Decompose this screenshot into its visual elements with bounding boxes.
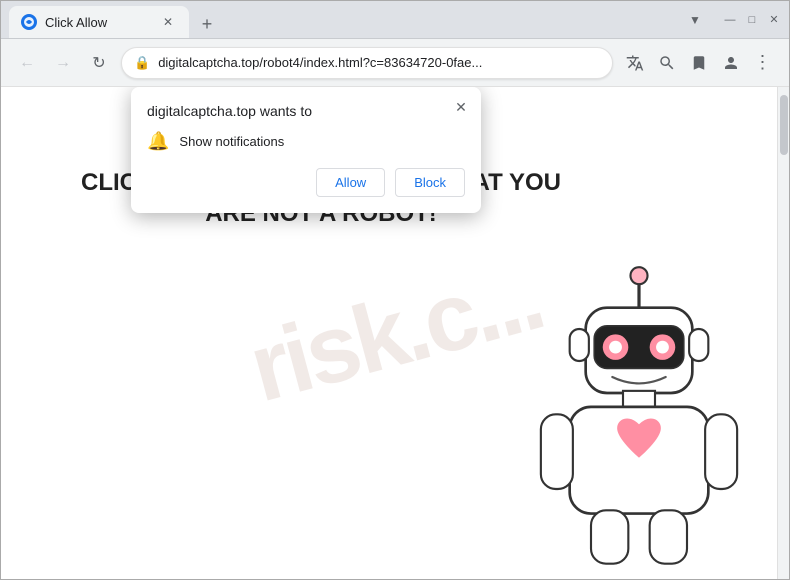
robot-illustration (519, 249, 759, 569)
popup-permission-row: 🔔 Show notifications (147, 131, 465, 152)
window-controls: — □ ✕ (723, 13, 781, 27)
refresh-button[interactable]: ↻ (85, 49, 113, 77)
maximize-button[interactable]: □ (745, 13, 759, 27)
popup-close-button[interactable]: ✕ (451, 97, 471, 117)
forward-button[interactable]: → (49, 49, 77, 77)
toolbar-actions: ⋮ (621, 49, 777, 77)
menu-button[interactable]: ⋮ (749, 49, 777, 77)
tab-favicon (21, 14, 37, 30)
browser-toolbar: ← → ↻ 🔒 digitalcaptcha.top/robot4/index.… (1, 39, 789, 87)
active-tab[interactable]: Click Allow ✕ (9, 6, 189, 38)
bookmark-button[interactable] (685, 49, 713, 77)
notification-popup: ✕ digitalcaptcha.top wants to 🔔 Show not… (131, 87, 481, 213)
popup-button-group: Allow Block (147, 168, 465, 197)
bell-icon: 🔔 (147, 131, 169, 152)
new-tab-button[interactable]: + (193, 10, 221, 38)
scrollbar-thumb[interactable] (780, 95, 788, 155)
popup-title: digitalcaptcha.top wants to (147, 103, 465, 119)
search-button[interactable] (653, 49, 681, 77)
minimize-button[interactable]: — (723, 13, 737, 27)
translate-button[interactable] (621, 49, 649, 77)
browser-window: Click Allow ✕ + ▼ — □ ✕ ← → ↻ 🔒 digitalc… (0, 0, 790, 580)
title-bar: Click Allow ✕ + ▼ — □ ✕ (1, 1, 789, 39)
lock-icon: 🔒 (134, 55, 150, 71)
allow-button[interactable]: Allow (316, 168, 385, 197)
address-bar[interactable]: 🔒 digitalcaptcha.top/robot4/index.html?c… (121, 47, 613, 79)
tab-container: Click Allow ✕ + (9, 1, 675, 38)
close-button[interactable]: ✕ (767, 13, 781, 27)
permission-label: Show notifications (179, 134, 284, 149)
page-content: risk.c... CLICK «ALLOW» TO CONFIRM THAT … (1, 87, 789, 579)
block-button[interactable]: Block (395, 168, 465, 197)
url-text: digitalcaptcha.top/robot4/index.html?c=8… (158, 55, 600, 70)
tab-title: Click Allow (45, 15, 151, 30)
tab-search-button[interactable]: ▼ (681, 6, 709, 34)
back-button[interactable]: ← (13, 49, 41, 77)
scrollbar[interactable] (777, 87, 789, 579)
profile-button[interactable] (717, 49, 745, 77)
tab-close-button[interactable]: ✕ (159, 13, 177, 31)
